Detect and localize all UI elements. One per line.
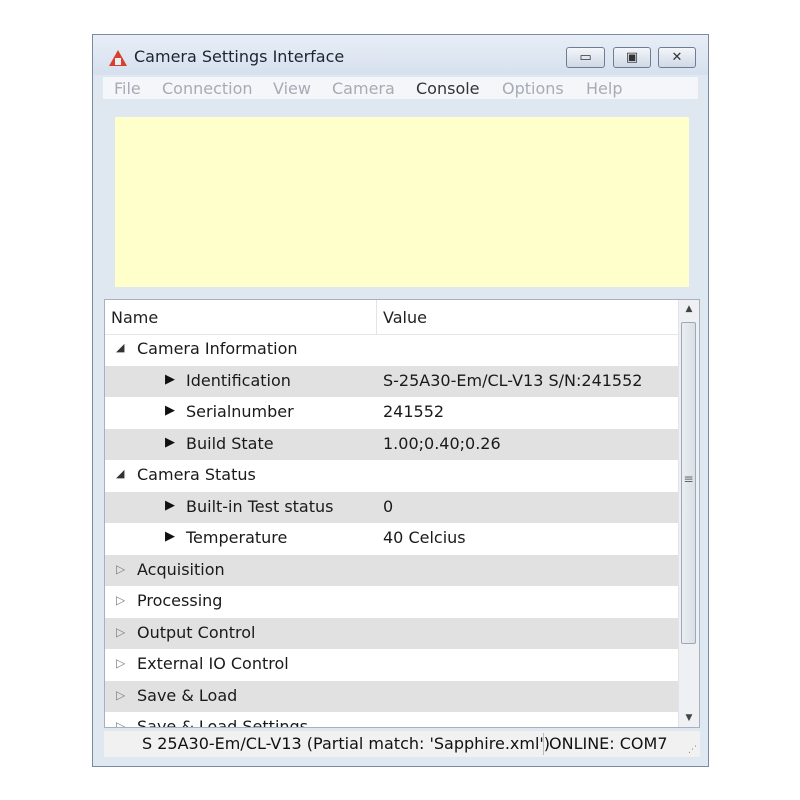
row-name: Processing: [137, 591, 223, 610]
app-window: Camera Settings Interface ▭ ▣ ✕ File Con…: [92, 34, 709, 767]
row-name: Temperature: [186, 528, 288, 547]
menu-options[interactable]: Options: [502, 79, 564, 98]
console-output-area[interactable]: [115, 117, 689, 287]
row-value: S-25A30-Em/CL-V13 S/N:241552: [383, 371, 643, 390]
row-value: 1.00;0.40;0.26: [383, 434, 501, 453]
column-divider[interactable]: [376, 300, 377, 334]
row-name: Output Control: [137, 623, 256, 642]
menu-bar: File Connection View Camera Console Opti…: [103, 77, 698, 99]
row-name: Build State: [186, 434, 274, 453]
close-icon: ✕: [671, 50, 683, 65]
row-value: 40 Celcius: [383, 528, 466, 547]
close-button[interactable]: ✕: [658, 47, 696, 68]
bullet-arrow-icon: ▶: [165, 498, 175, 513]
settings-tree[interactable]: Name Value ◢ Camera Information ▶ Identi…: [104, 299, 700, 728]
minimize-button[interactable]: ▭: [566, 47, 605, 68]
status-divider: [543, 733, 544, 755]
tree-row-acquisition[interactable]: ▷ Acquisition: [105, 555, 679, 586]
bullet-arrow-icon: ▶: [165, 372, 175, 387]
tree-row-built-in-test-status[interactable]: ▶ Built-in Test status 0: [105, 492, 679, 523]
row-name: Built-in Test status: [186, 497, 334, 516]
row-name: Camera Information: [137, 339, 298, 358]
tree-row-save-load-settings[interactable]: ▷ Save & Load Settings: [105, 712, 679, 728]
expand-arrow-icon[interactable]: ▷: [116, 656, 125, 670]
vertical-scrollbar[interactable]: ▲ ≡ ▼: [678, 300, 699, 727]
status-bar: S 25A30-Em/CL-V13 (Partial match: 'Sapph…: [104, 731, 700, 757]
menu-view[interactable]: View: [273, 79, 311, 98]
menu-camera[interactable]: Camera: [332, 79, 395, 98]
tree-row-serialnumber[interactable]: ▶ Serialnumber 241552: [105, 397, 679, 428]
column-header-value[interactable]: Value: [383, 308, 427, 327]
tree-header: Name Value: [105, 300, 679, 335]
row-value: 241552: [383, 402, 445, 421]
window-title: Camera Settings Interface: [134, 47, 345, 66]
tree-row-temperature[interactable]: ▶ Temperature 40 Celcius: [105, 523, 679, 554]
row-name: Identification: [186, 371, 291, 390]
status-connection: ONLINE: COM7: [549, 734, 668, 753]
menu-help[interactable]: Help: [586, 79, 622, 98]
app-logo-icon: [109, 50, 127, 66]
expand-arrow-icon[interactable]: ▷: [116, 562, 125, 576]
column-header-name[interactable]: Name: [111, 308, 158, 327]
scroll-down-arrow-icon[interactable]: ▼: [679, 709, 699, 727]
tree-row-camera-status[interactable]: ◢ Camera Status: [105, 460, 679, 491]
expand-arrow-icon[interactable]: ▷: [116, 625, 125, 639]
minimize-icon: ▭: [579, 50, 592, 65]
collapse-arrow-icon[interactable]: ◢: [116, 341, 124, 354]
row-name: Acquisition: [137, 560, 225, 579]
expand-arrow-icon[interactable]: ▷: [116, 688, 125, 702]
tree-row-processing[interactable]: ▷ Processing: [105, 586, 679, 617]
resize-grip-icon[interactable]: ⋰: [688, 745, 697, 755]
menu-console[interactable]: Console: [416, 79, 480, 98]
scrollbar-thumb[interactable]: ≡: [681, 322, 696, 644]
tree-row-save-load[interactable]: ▷ Save & Load: [105, 681, 679, 712]
row-name: Camera Status: [137, 465, 256, 484]
expand-arrow-icon[interactable]: ▷: [116, 719, 125, 727]
row-value: 0: [383, 497, 394, 516]
menu-file[interactable]: File: [114, 79, 141, 98]
tree-row-output-control[interactable]: ▷ Output Control: [105, 618, 679, 649]
tree-row-identification[interactable]: ▶ Identification S-25A30-Em/CL-V13 S/N:2…: [105, 366, 679, 397]
maximize-button[interactable]: ▣: [613, 47, 651, 68]
scroll-up-arrow-icon[interactable]: ▲: [679, 300, 699, 318]
tree-row-build-state[interactable]: ▶ Build State 1.00;0.40;0.26: [105, 429, 679, 460]
bullet-arrow-icon: ▶: [165, 403, 175, 418]
maximize-icon: ▣: [625, 50, 639, 65]
expand-arrow-icon[interactable]: ▷: [116, 593, 125, 607]
row-name: Save & Load Settings: [137, 717, 309, 728]
tree-row-camera-information[interactable]: ◢ Camera Information: [105, 334, 679, 365]
tree-row-external-io-control[interactable]: ▷ External IO Control: [105, 649, 679, 680]
bullet-arrow-icon: ▶: [165, 435, 175, 450]
row-name: External IO Control: [137, 654, 289, 673]
row-name: Save & Load: [137, 686, 238, 705]
row-name: Serialnumber: [186, 402, 294, 421]
scrollbar-grip-icon: ≡: [683, 472, 694, 486]
status-camera-match: S 25A30-Em/CL-V13 (Partial match: 'Sapph…: [142, 734, 551, 753]
title-bar[interactable]: Camera Settings Interface ▭ ▣ ✕: [93, 35, 708, 75]
menu-connection[interactable]: Connection: [162, 79, 253, 98]
bullet-arrow-icon: ▶: [165, 529, 175, 544]
collapse-arrow-icon[interactable]: ◢: [116, 467, 124, 480]
